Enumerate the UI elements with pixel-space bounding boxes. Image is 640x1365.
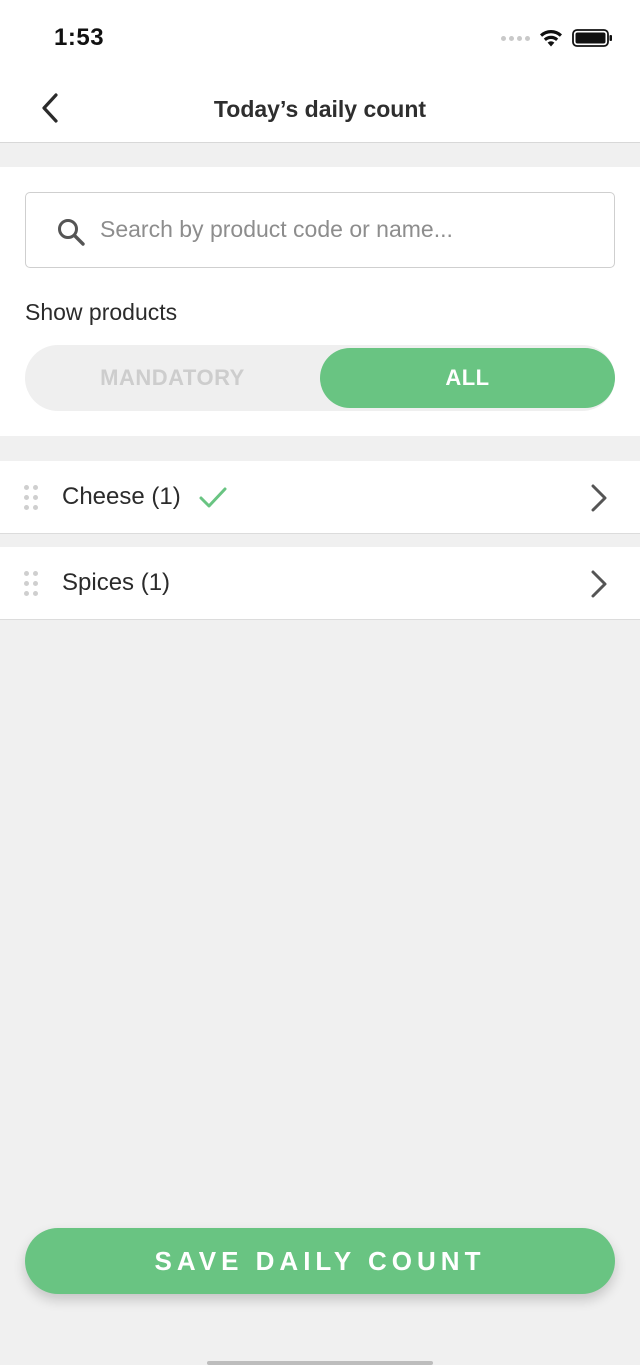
wifi-icon <box>540 30 562 47</box>
chevron-right-icon <box>591 570 607 598</box>
page-title: Today’s daily count <box>213 96 427 122</box>
chevron-right-icon <box>591 484 607 512</box>
battery-icon <box>572 29 612 47</box>
list-item-cheese[interactable]: Cheese (1) <box>0 461 640 534</box>
search-icon <box>58 219 85 246</box>
check-icon <box>199 487 227 508</box>
home-indicator <box>207 1361 433 1365</box>
show-products-label: Show products <box>25 299 178 325</box>
list-item-label: Cheese (1) <box>62 483 181 510</box>
search-input[interactable] <box>100 193 598 266</box>
status-bar: 1:53 <box>0 0 640 76</box>
filter-panel: Show products MANDATORY ALL <box>0 167 640 436</box>
list-item-label: Spices (1) <box>62 569 171 596</box>
search-box[interactable] <box>25 192 615 268</box>
toggle-mandatory[interactable]: MANDATORY <box>25 345 320 411</box>
product-filter-toggle: MANDATORY ALL <box>25 345 615 411</box>
list-item-spices[interactable]: Spices (1) <box>0 547 640 620</box>
save-daily-count-button[interactable]: SAVE DAILY COUNT <box>25 1228 615 1294</box>
drag-handle-icon[interactable] <box>24 485 38 511</box>
toggle-all[interactable]: ALL <box>320 348 615 408</box>
signal-dots-icon <box>501 35 530 41</box>
status-icons <box>501 26 614 50</box>
drag-handle-icon[interactable] <box>24 571 38 597</box>
nav-bar: Today’s daily count <box>0 76 640 143</box>
status-time: 1:53 <box>54 24 105 51</box>
